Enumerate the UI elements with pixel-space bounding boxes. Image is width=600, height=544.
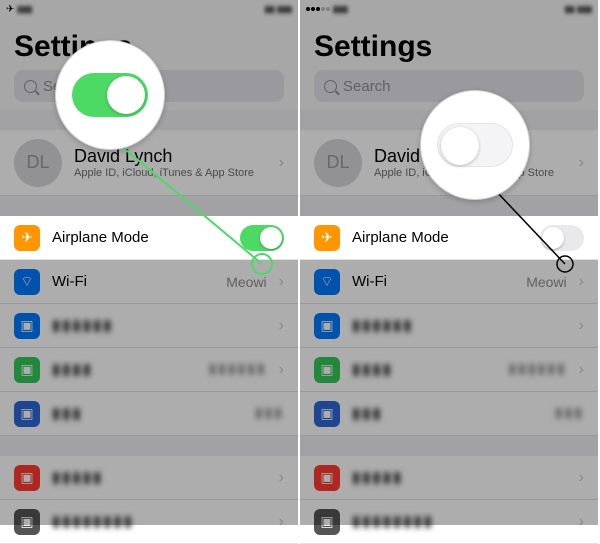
profile-row[interactable]: DL David Lynch Apple ID, iCloud, iTunes … xyxy=(0,130,298,196)
wifi-row[interactable]: ⌔ Wi-Fi Meowi › xyxy=(300,260,598,304)
airplane-toggle-on[interactable] xyxy=(240,225,284,251)
list-item[interactable]: ▣ ▮▮▮ ▮▮▮ xyxy=(300,392,598,436)
left-screenshot: ✈ ▮▮▮ ▮▮ ▮▮▮ Settings Search DL David Ly… xyxy=(0,0,300,525)
list-item[interactable]: ▣ ▮▮▮▮ ▮▮▮▮▮▮ › xyxy=(300,348,598,392)
status-bar: ✈ ▮▮▮ ▮▮ ▮▮▮ xyxy=(0,0,298,18)
list-item[interactable]: ▣ ▮▮▮ ▮▮▮ xyxy=(0,392,298,436)
airplane-icon: ✈ xyxy=(314,225,340,251)
toggle-off-big xyxy=(437,123,513,167)
list-item[interactable]: ▣ ▮▮▮▮▮▮▮▮ › xyxy=(0,500,298,544)
chevron-right-icon: › xyxy=(279,273,284,291)
list-item[interactable]: ▣ ▮▮▮▮▮ › xyxy=(300,456,598,500)
status-bar: ▮▮▮ ▮▮ ▮▮▮ xyxy=(300,0,598,18)
profile-sub: Apple ID, iCloud, iTunes & App Store xyxy=(74,167,267,179)
list-item[interactable]: ▣ ▮▮▮▮▮▮▮▮ › xyxy=(300,500,598,544)
toggle-on-big xyxy=(72,73,148,117)
list-item[interactable]: ▣ ▮▮▮▮▮▮ › xyxy=(0,304,298,348)
toggle-off-callout xyxy=(420,90,530,200)
airplane-toggle-off[interactable] xyxy=(540,225,584,251)
right-screenshot: ▮▮▮ ▮▮ ▮▮▮ Settings Search DL David Lync… xyxy=(300,0,600,525)
airplane-icon: ✈ xyxy=(14,225,40,251)
airplane-mode-row[interactable]: ✈ Airplane Mode xyxy=(300,216,598,260)
list-item[interactable]: ▣ ▮▮▮▮▮ › xyxy=(0,456,298,500)
chevron-right-icon: › xyxy=(279,154,284,172)
list-item[interactable]: ▣ ▮▮▮▮▮▮ › xyxy=(300,304,598,348)
chevron-right-icon: › xyxy=(579,154,584,172)
search-icon xyxy=(24,80,37,93)
airplane-status-icon: ✈ xyxy=(6,4,14,15)
wifi-icon: ⌔ xyxy=(14,269,40,295)
airplane-mode-row[interactable]: ✈ Airplane Mode xyxy=(0,216,298,260)
avatar: DL xyxy=(14,139,62,187)
list-item[interactable]: ▣ ▮▮▮▮ ▮▮▮▮▮▮ › xyxy=(0,348,298,392)
search-icon xyxy=(324,80,337,93)
page-title: Settings xyxy=(314,30,584,64)
toggle-on-callout xyxy=(55,40,165,150)
wifi-row[interactable]: ⌔ Wi-Fi Meowi › xyxy=(0,260,298,304)
wifi-icon: ⌔ xyxy=(314,269,340,295)
avatar: DL xyxy=(314,139,362,187)
